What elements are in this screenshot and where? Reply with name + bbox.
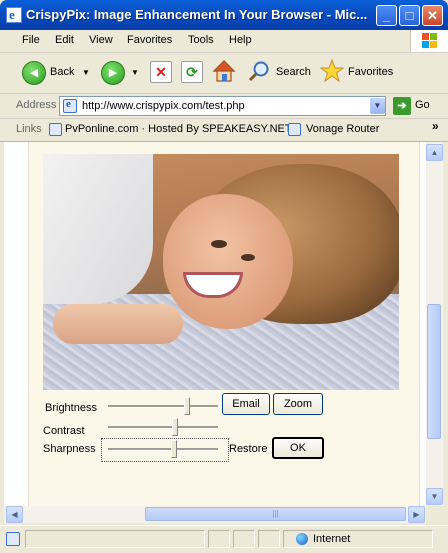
menu-edit[interactable]: Edit: [55, 34, 74, 46]
menu-favorites[interactable]: Favorites: [127, 34, 172, 46]
photo-eye: [211, 240, 227, 248]
status-bar: Internet: [0, 525, 448, 553]
brightness-label: Brightness: [45, 402, 97, 414]
status-text-cell: [25, 530, 205, 548]
link-pvponline[interactable]: PvPonline.com · Hosted By SPEAKEASY.NET: [65, 123, 292, 135]
links-bar: Links PvPonline.com · Hosted By SPEAKEAS…: [0, 119, 448, 142]
maximize-button[interactable]: □: [399, 5, 420, 26]
menu-tools[interactable]: Tools: [188, 34, 214, 46]
back-arrow-icon: ◀: [22, 61, 46, 85]
scroll-right-button[interactable]: ▶: [408, 506, 425, 523]
address-bar: Address e http://www.crispypix.com/test.…: [0, 94, 448, 119]
refresh-button[interactable]: ⟳: [181, 61, 203, 83]
home-icon: [212, 60, 236, 82]
globe-icon: [296, 533, 308, 545]
stop-button[interactable]: ✕: [150, 61, 172, 83]
star-icon: [319, 58, 345, 83]
menu-file[interactable]: File: [22, 34, 40, 46]
photo-arm: [53, 304, 183, 344]
address-url[interactable]: http://www.crispypix.com/test.php: [82, 100, 245, 112]
title-bar[interactable]: e CrispyPix: Image Enhancement In Your B…: [0, 0, 448, 30]
address-input[interactable]: e http://www.crispypix.com/test.php ▼: [59, 96, 386, 116]
slider-track: [108, 448, 218, 451]
menu-bar: File Edit View Favorites Tools Help: [0, 30, 448, 53]
search-button[interactable]: [247, 59, 271, 83]
minimize-button[interactable]: _: [376, 5, 397, 26]
back-dropdown-icon[interactable]: ▼: [82, 68, 90, 77]
link-page-icon: [288, 123, 301, 136]
go-arrow-icon[interactable]: ➔: [393, 97, 411, 115]
sharpness-slider[interactable]: [101, 438, 229, 462]
scroll-up-button[interactable]: ▲: [426, 144, 443, 161]
address-dropdown-icon[interactable]: ▼: [370, 98, 385, 114]
brightness-slider[interactable]: [108, 396, 218, 416]
restore-label[interactable]: Restore: [229, 443, 268, 455]
scroll-left-button[interactable]: ◀: [6, 506, 23, 523]
slider-track: [108, 426, 218, 429]
link-page-icon: [49, 123, 62, 136]
sharpness-label: Sharpness: [43, 443, 96, 455]
ie-icon[interactable]: e: [6, 7, 22, 23]
links-chevron-icon[interactable]: »: [432, 119, 439, 133]
window-title: CrispyPix: Image Enhancement In Your Bro…: [26, 7, 368, 22]
status-cell: [233, 530, 255, 548]
search-icon: [248, 61, 269, 82]
content-frame: Brightness Email Zoom Contrast Sharpness…: [28, 142, 420, 506]
favorites-button[interactable]: [319, 58, 345, 83]
slider-thumb[interactable]: [171, 440, 178, 458]
horizontal-scroll-thumb[interactable]: |||: [145, 507, 406, 521]
menu-help[interactable]: Help: [229, 34, 252, 46]
links-label: Links: [16, 123, 42, 135]
link-vonage-router[interactable]: Vonage Router: [306, 123, 379, 135]
back-label[interactable]: Back: [50, 66, 74, 78]
photo: [43, 154, 399, 390]
forward-dropdown-icon[interactable]: ▼: [131, 68, 139, 77]
contrast-label: Contrast: [43, 425, 85, 437]
status-cell: [258, 530, 280, 548]
photo-face: [163, 194, 293, 329]
horizontal-scrollbar[interactable]: ◀ ||| ▶: [4, 506, 426, 523]
page-icon: e: [63, 98, 77, 113]
menu-view[interactable]: View: [89, 34, 113, 46]
toolbar: ◀ Back ▼ ▶ ▼ ✕ ⟳ Search Favorites: [0, 53, 448, 94]
favorites-label[interactable]: Favorites: [348, 66, 393, 78]
windows-logo-icon: [410, 30, 448, 52]
search-label[interactable]: Search: [276, 66, 311, 78]
close-button[interactable]: ✕: [422, 5, 443, 26]
address-label: Address: [16, 99, 57, 111]
go-button[interactable]: Go: [415, 99, 430, 111]
slider-track: [108, 405, 218, 408]
home-button[interactable]: [212, 59, 236, 83]
slider-thumb[interactable]: [183, 397, 190, 415]
zoom-button[interactable]: Zoom: [273, 393, 323, 415]
status-cell: [208, 530, 230, 548]
page-viewport[interactable]: Brightness Email Zoom Contrast Sharpness…: [4, 142, 426, 506]
contrast-slider[interactable]: [108, 417, 218, 437]
back-button[interactable]: ◀: [22, 61, 46, 85]
forward-arrow-icon: ▶: [101, 61, 125, 85]
forward-button[interactable]: ▶: [101, 61, 125, 85]
scroll-down-button[interactable]: ▼: [426, 488, 443, 505]
slider-thumb[interactable]: [172, 418, 179, 436]
page-icon: [6, 532, 20, 546]
vertical-scrollbar[interactable]: ▲ ▼: [426, 142, 443, 506]
email-button[interactable]: Email: [222, 393, 270, 415]
photo-eye: [241, 254, 255, 261]
status-zone-label: Internet: [313, 533, 351, 545]
vertical-scroll-thumb[interactable]: [427, 304, 441, 439]
photo-shirt: [43, 154, 153, 304]
scroll-corner: [426, 506, 443, 523]
ok-button[interactable]: OK: [272, 437, 324, 459]
